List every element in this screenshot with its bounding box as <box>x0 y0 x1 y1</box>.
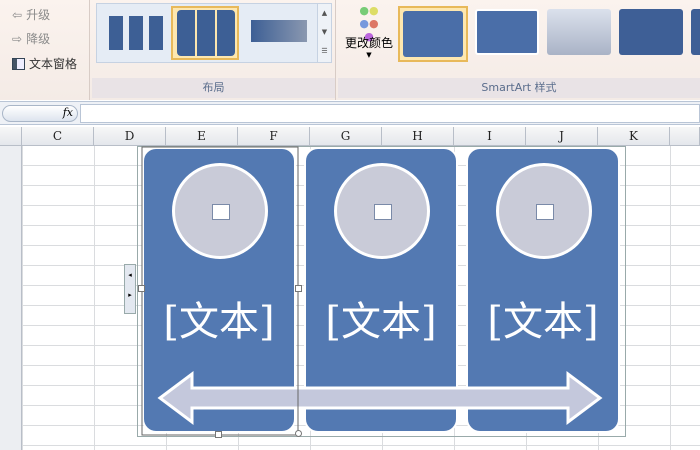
double-arrow[interactable] <box>0 0 700 450</box>
resize-handle[interactable] <box>138 285 145 292</box>
resize-handle[interactable] <box>295 430 302 437</box>
resize-handle[interactable] <box>215 431 222 438</box>
resize-handle[interactable] <box>295 285 302 292</box>
